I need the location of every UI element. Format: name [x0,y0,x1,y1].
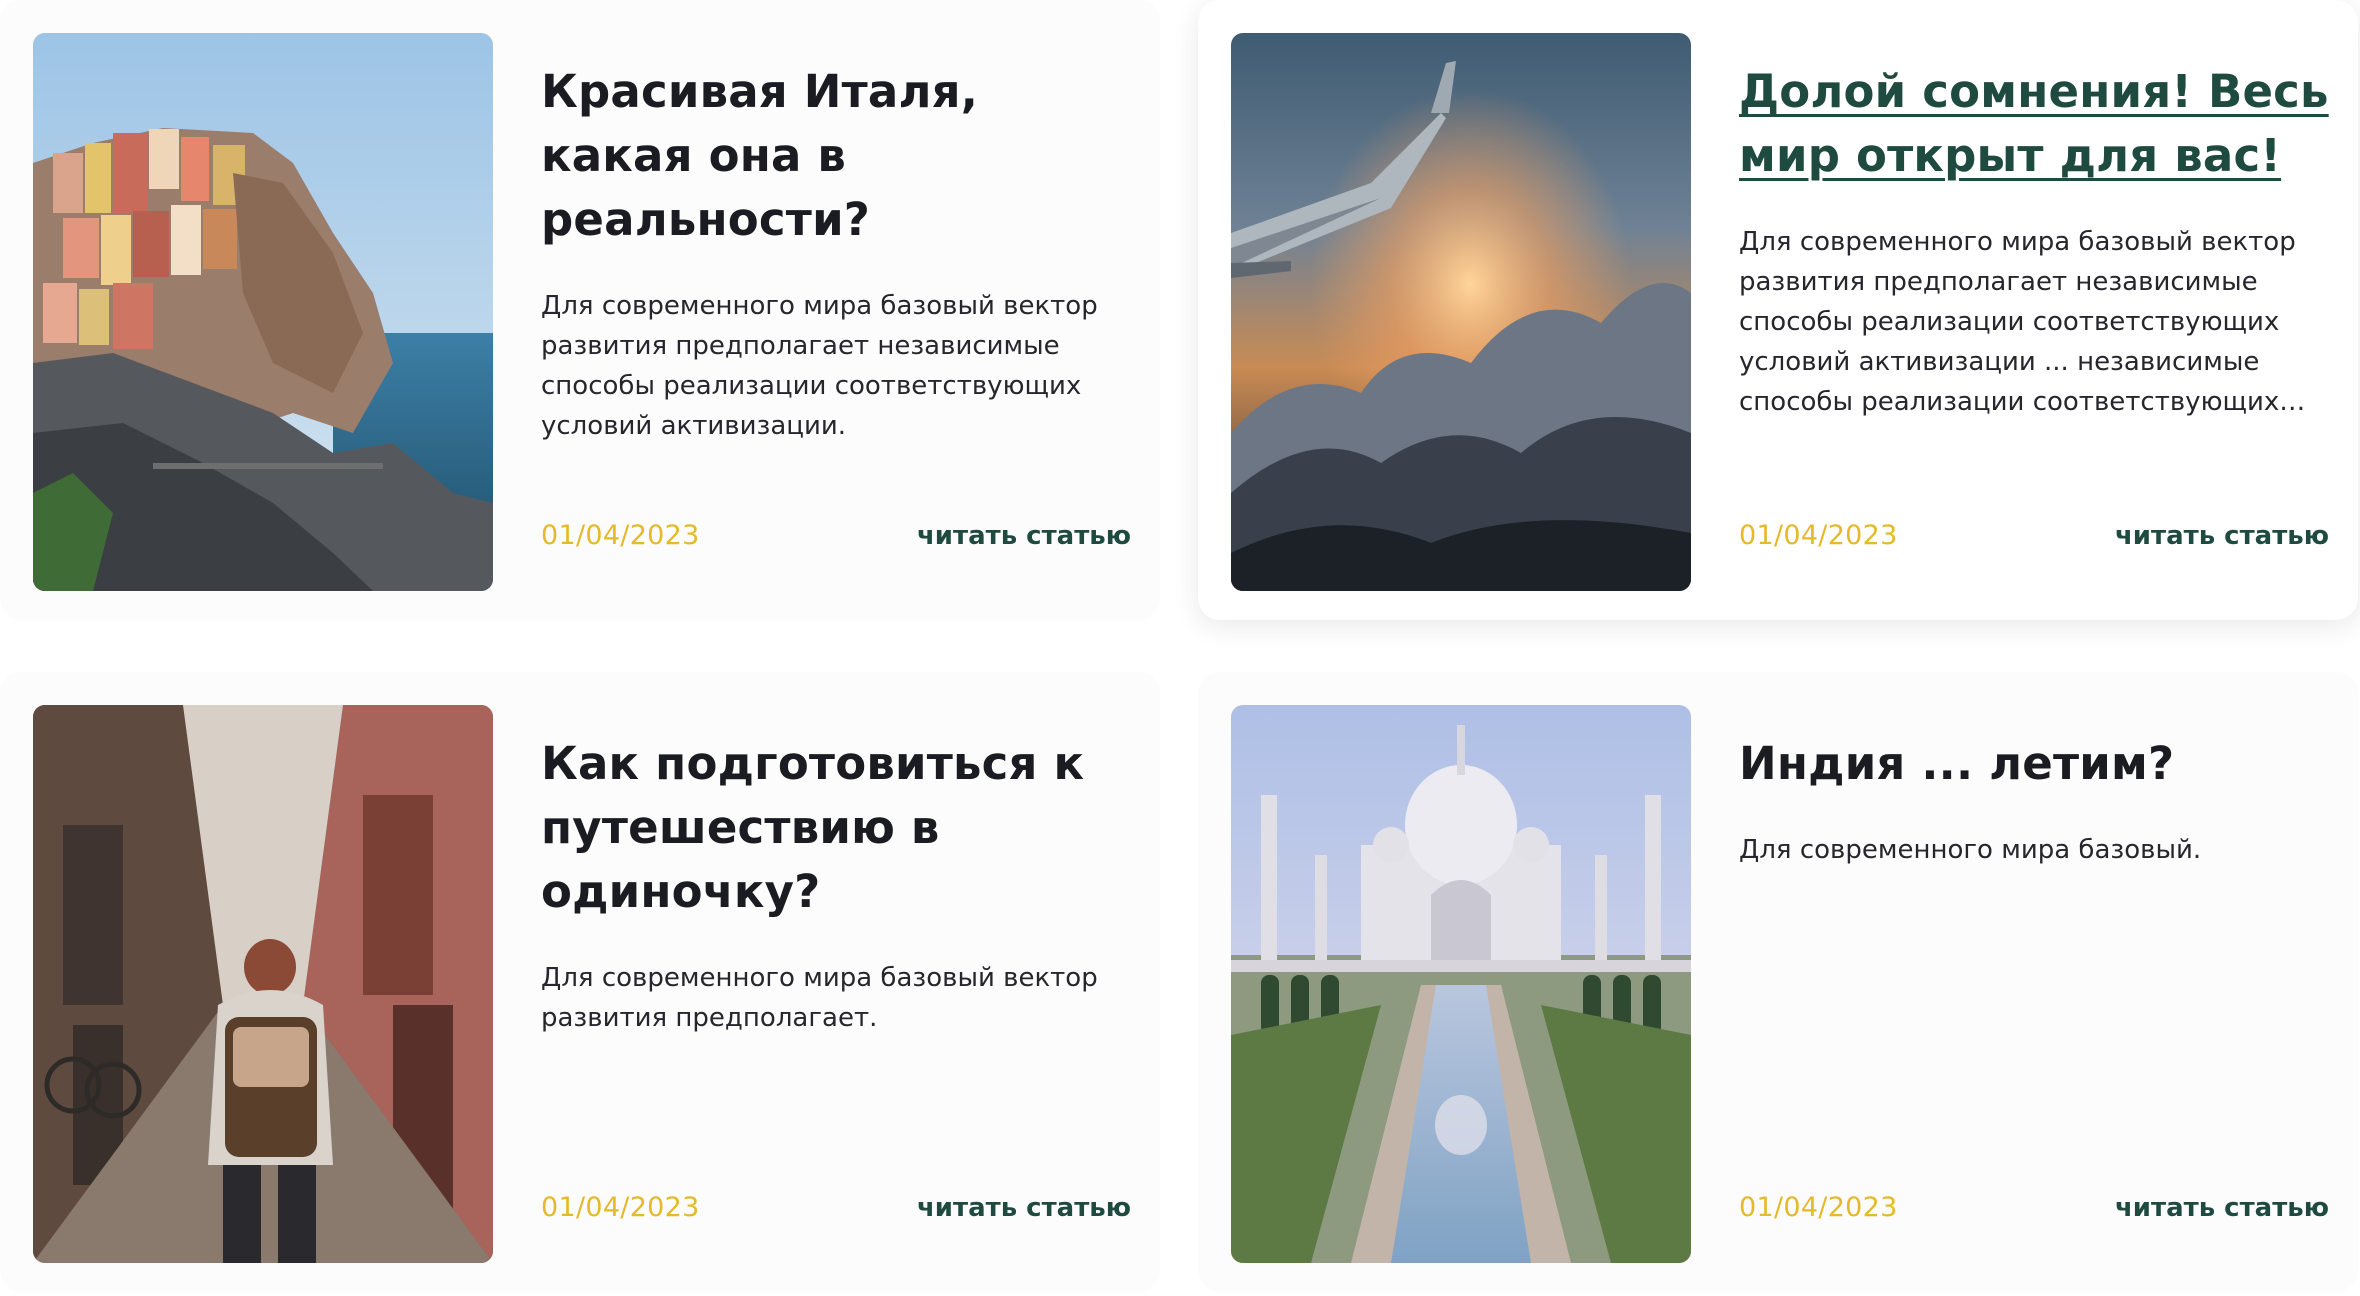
taj-mahal-photo [1231,705,1691,1263]
article-excerpt: Для современного мира базовый вектор раз… [1739,227,2296,417]
read-article-link[interactable]: читать статью [2115,1193,2329,1223]
article-title[interactable]: Индия ... летим? [1739,732,2329,796]
article-title[interactable]: Долой сомнения! Весь мир открыт для вас! [1739,60,2329,188]
article-card[interactable]: Как подготовиться к путешествию в одиноч… [0,672,1160,1292]
article-meta: 01/04/2023 читать статью [1739,520,2329,551]
articles-grid: Красивая Италя, какая она в реальности? … [0,0,2360,1296]
solo-traveler-street-photo [33,705,493,1263]
article-date: 01/04/2023 [1739,520,1898,551]
read-article-link[interactable]: читать статью [917,1193,1131,1223]
article-card[interactable]: Индия ... летим? Для современного мира б… [1198,672,2358,1292]
article-date: 01/04/2023 [1739,1192,1898,1223]
article-excerpt: Для современного мира базовый вектор раз… [541,291,1098,441]
article-card[interactable]: Долой сомнения! Весь мир открыт для вас!… [1198,0,2358,620]
read-article-link[interactable]: читать статью [2115,521,2329,551]
article-date: 01/04/2023 [541,1192,700,1223]
article-image-airplane[interactable] [1231,33,1691,591]
article-meta: 01/04/2023 читать статью [541,1192,1131,1223]
article-meta: 01/04/2023 читать статью [1739,1192,2329,1223]
article-meta: 01/04/2023 читать статью [541,520,1131,551]
read-article-link[interactable]: читать статью [917,521,1131,551]
article-content: Индия ... летим? Для современного мира б… [1739,732,2329,1260]
article-card[interactable]: Красивая Италя, какая она в реальности? … [0,0,1160,620]
article-content: Красивая Италя, какая она в реальности? … [541,60,1131,588]
article-title[interactable]: Как подготовиться к путешествию в одиноч… [541,732,1131,924]
article-image-traveler[interactable] [33,705,493,1263]
article-content: Как подготовиться к путешествию в одиноч… [541,732,1131,1260]
article-title[interactable]: Красивая Италя, какая она в реальности? [541,60,1131,252]
article-image-italy[interactable] [33,33,493,591]
airplane-wing-clouds-photo [1231,33,1691,591]
article-image-india[interactable] [1231,705,1691,1263]
article-excerpt: Для современного мира базовый вектор раз… [541,963,1098,1033]
article-content: Долой сомнения! Весь мир открыт для вас!… [1739,60,2329,588]
italy-coast-photo [33,33,493,591]
article-excerpt: Для современного мира базовый. [1739,835,2202,865]
article-date: 01/04/2023 [541,520,700,551]
